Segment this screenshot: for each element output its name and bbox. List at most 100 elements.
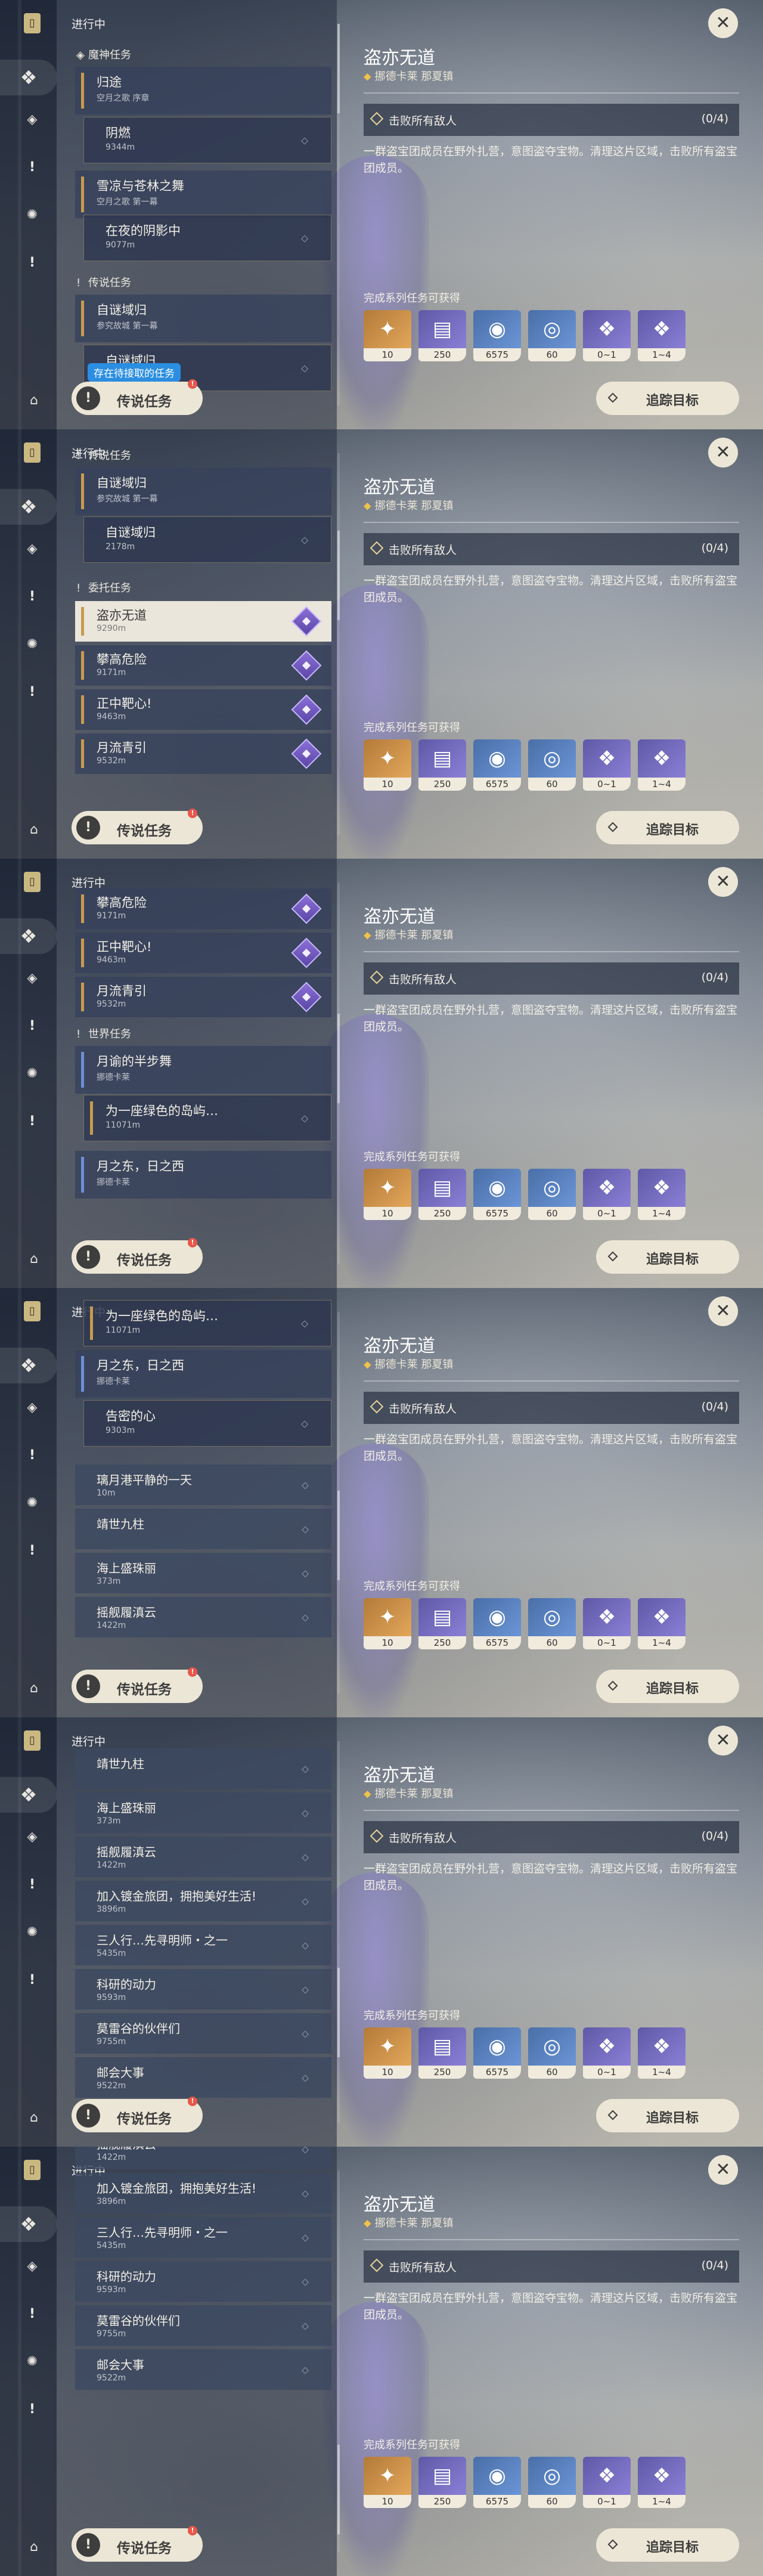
story-quests-tab-icon[interactable]: ! — [20, 584, 44, 608]
reward-item[interactable]: ▤ 250 — [418, 2457, 466, 2508]
reward-item[interactable]: ✦ 10 — [364, 739, 411, 791]
quest-item-youhui[interactable]: 邮会大事 9522m ⬦ — [75, 2349, 331, 2390]
reward-item[interactable]: ❖ 1~4 — [638, 1598, 686, 1649]
archon-quests-tab-icon[interactable]: ◈ — [20, 107, 44, 131]
quest-item-zhengzhong[interactable]: 正中靶心! 9463m — [75, 689, 331, 730]
quest-item-molei[interactable]: 莫雷谷的伙伴们 9755m ⬦ — [75, 2305, 331, 2346]
archon-quests-tab-icon[interactable]: ◈ — [20, 1395, 44, 1419]
list-scrollbar[interactable] — [337, 1741, 340, 2123]
list-scroll-thumb[interactable] — [337, 2445, 340, 2534]
reward-item[interactable]: ❖ 0~1 — [583, 310, 631, 361]
track-objective-button[interactable]: 追踪目标 — [596, 2528, 739, 2562]
quest-book-icon[interactable]: ▯ — [24, 872, 41, 892]
legend-quest-button[interactable]: ! 传说任务 ! — [72, 1667, 203, 1703]
quest-item-yuezhidong[interactable]: 月之东，日之西 挪德卡莱 — [75, 1350, 331, 1398]
commission-quests-tab-icon[interactable]: ! — [20, 2397, 44, 2421]
all-quests-tab-icon[interactable]: ❖ — [0, 60, 57, 95]
quest-item-yaojian[interactable]: 摇舰履滇云1422m ⬦ — [75, 2147, 331, 2169]
commission-quests-tab-icon[interactable]: ! — [20, 250, 44, 274]
controller-icon[interactable]: ⌂ — [21, 1679, 47, 1699]
quest-item-pangao[interactable]: 攀高危险 9171m — [75, 645, 331, 686]
quest-item-haishang[interactable]: 海上盛珠丽 373m ⬦ — [75, 1792, 331, 1833]
quest-item-yueyu[interactable]: 月谕的半步舞 挪德卡莱 — [75, 1046, 331, 1094]
list-scroll-thumb[interactable] — [337, 1014, 340, 1103]
reward-item[interactable]: ❖ 0~1 — [583, 2027, 631, 2079]
archon-quests-tab-icon[interactable]: ◈ — [20, 537, 44, 561]
quest-item-wei[interactable]: 为一座绿色的岛屿… 11071m ⬦ — [83, 1300, 331, 1346]
archon-quests-tab-icon[interactable]: ◈ — [20, 966, 44, 990]
story-quests-tab-icon[interactable]: ! — [20, 1443, 44, 1467]
reward-item[interactable]: ▤ 250 — [418, 1598, 466, 1649]
controller-icon[interactable]: ⌂ — [21, 820, 47, 840]
reward-item[interactable]: ❖ 0~1 — [583, 739, 631, 791]
all-quests-tab-icon[interactable]: ❖ — [0, 1348, 57, 1383]
commission-quests-tab-icon[interactable]: ! — [20, 1109, 44, 1133]
reward-item[interactable]: ▤ 250 — [418, 739, 466, 791]
story-quests-tab-icon[interactable]: ! — [20, 1014, 44, 1038]
controller-icon[interactable]: ⌂ — [21, 391, 47, 411]
quest-item-keyan[interactable]: 科研的动力 9593m ⬦ — [75, 2261, 331, 2302]
reward-item[interactable]: ❖ 0~1 — [583, 1598, 631, 1649]
commission-quests-tab-icon[interactable]: ! — [20, 1968, 44, 1992]
close-button[interactable]: ✕ — [708, 438, 738, 467]
reward-item[interactable]: ◎ 60 — [528, 739, 576, 791]
reward-item[interactable]: ▤ 250 — [418, 1169, 466, 1220]
controller-icon[interactable]: ⌂ — [21, 1249, 47, 1270]
quest-item-wei[interactable]: 为一座绿色的岛屿… 11071m ⬦ — [83, 1095, 331, 1141]
reward-item[interactable]: ◉ 6575 — [473, 2457, 521, 2508]
quest-item-yaojian[interactable]: 摇舰履滇云1422m ⬦ — [75, 1597, 331, 1637]
story-quests-tab-icon[interactable]: ! — [20, 1872, 44, 1896]
legend-quest-button[interactable]: ! 传说任务 ! — [72, 2526, 203, 2562]
quest-item-yinran[interactable]: 阴燃 9344m ⬦ — [83, 117, 331, 163]
quest-item-jingshi[interactable]: 靖世九柱 ⬦ — [75, 1509, 331, 1549]
reward-item[interactable]: ✦ 10 — [364, 2457, 411, 2508]
quest-item-zhengzhong[interactable]: 正中靶心! 9463m — [75, 933, 331, 973]
reward-item[interactable]: ◎ 60 — [528, 2027, 576, 2079]
world-quests-tab-icon[interactable]: ✺ — [20, 632, 44, 656]
all-quests-tab-icon[interactable]: ❖ — [0, 489, 57, 525]
story-quests-tab-icon[interactable]: ! — [20, 155, 44, 179]
quest-item-zimi[interactable]: 自谜域归 参究故城 第一幕 — [75, 295, 331, 342]
world-quests-tab-icon[interactable]: ✺ — [20, 2349, 44, 2373]
list-scroll-thumb[interactable] — [337, 1968, 340, 2057]
reward-item[interactable]: ◎ 60 — [528, 1598, 576, 1649]
reward-item[interactable]: ◉ 6575 — [473, 310, 521, 361]
world-quests-tab-icon[interactable]: ✺ — [20, 1061, 44, 1085]
story-quests-tab-icon[interactable]: ! — [20, 2302, 44, 2326]
list-scroll-thumb[interactable] — [337, 24, 340, 113]
reward-item[interactable]: ◎ 60 — [528, 1169, 576, 1220]
quest-item-zimi_sub[interactable]: 自谜域归 2178m ⬦ — [83, 516, 331, 563]
quest-item-yaojian[interactable]: 摇舰履滇云1422m ⬦ — [75, 1837, 331, 1877]
world-quests-tab-icon[interactable]: ✺ — [20, 1920, 44, 1944]
quest-book-icon[interactable]: ▯ — [24, 2160, 41, 2180]
quest-item-yueliu[interactable]: 月流青引 9532m — [75, 977, 331, 1017]
quest-item-liyue[interactable]: 璃月港平静的一天 10m ⬦ — [75, 1465, 331, 1505]
reward-item[interactable]: ◉ 6575 — [473, 2027, 521, 2079]
reward-item[interactable]: ◉ 6575 — [473, 1598, 521, 1649]
all-quests-tab-icon[interactable]: ❖ — [0, 1777, 57, 1813]
quest-item-jingshi[interactable]: 靖世九柱 ⬦ — [75, 1748, 331, 1789]
quest-item-yuezhidong[interactable]: 月之东，日之西 挪德卡莱 — [75, 1151, 331, 1199]
reward-item[interactable]: ◎ 60 — [528, 2457, 576, 2508]
quest-item-daoyi[interactable]: 盗亦无道 9290m — [75, 601, 331, 642]
list-scroll-thumb[interactable] — [337, 1491, 340, 1580]
reward-item[interactable]: ❖ 1~4 — [638, 2027, 686, 2079]
controller-icon[interactable]: ⌂ — [21, 2537, 47, 2558]
quest-item-guitu[interactable]: 归途 空月之歌 序章 — [75, 67, 331, 114]
legend-quest-button[interactable]: ! 传说任务 ! — [72, 379, 203, 415]
reward-item[interactable]: ▤ 250 — [418, 310, 466, 361]
quest-item-zimi[interactable]: 自谜域归 参究故城 第一幕 — [75, 467, 331, 515]
reward-item[interactable]: ◉ 6575 — [473, 1169, 521, 1220]
all-quests-tab-icon[interactable]: ❖ — [0, 2206, 57, 2242]
quest-item-yueliu[interactable]: 月流青引 9532m — [75, 733, 331, 774]
reward-item[interactable]: ❖ 1~4 — [638, 2457, 686, 2508]
quest-book-icon[interactable]: ▯ — [24, 13, 41, 33]
quest-item-sanren[interactable]: 三人行…先寻明师・之一 5435m ⬦ — [75, 2217, 331, 2258]
track-objective-button[interactable]: 追踪目标 — [596, 382, 739, 415]
close-button[interactable]: ✕ — [708, 2155, 738, 2185]
quest-item-zaiyeyin[interactable]: 在夜的阴影中 9077m ⬦ — [83, 215, 331, 261]
legend-quest-button[interactable]: ! 传说任务 ! — [72, 809, 203, 844]
track-objective-button[interactable]: 追踪目标 — [596, 2099, 739, 2132]
reward-item[interactable]: ❖ 0~1 — [583, 2457, 631, 2508]
reward-item[interactable]: ❖ 0~1 — [583, 1169, 631, 1220]
